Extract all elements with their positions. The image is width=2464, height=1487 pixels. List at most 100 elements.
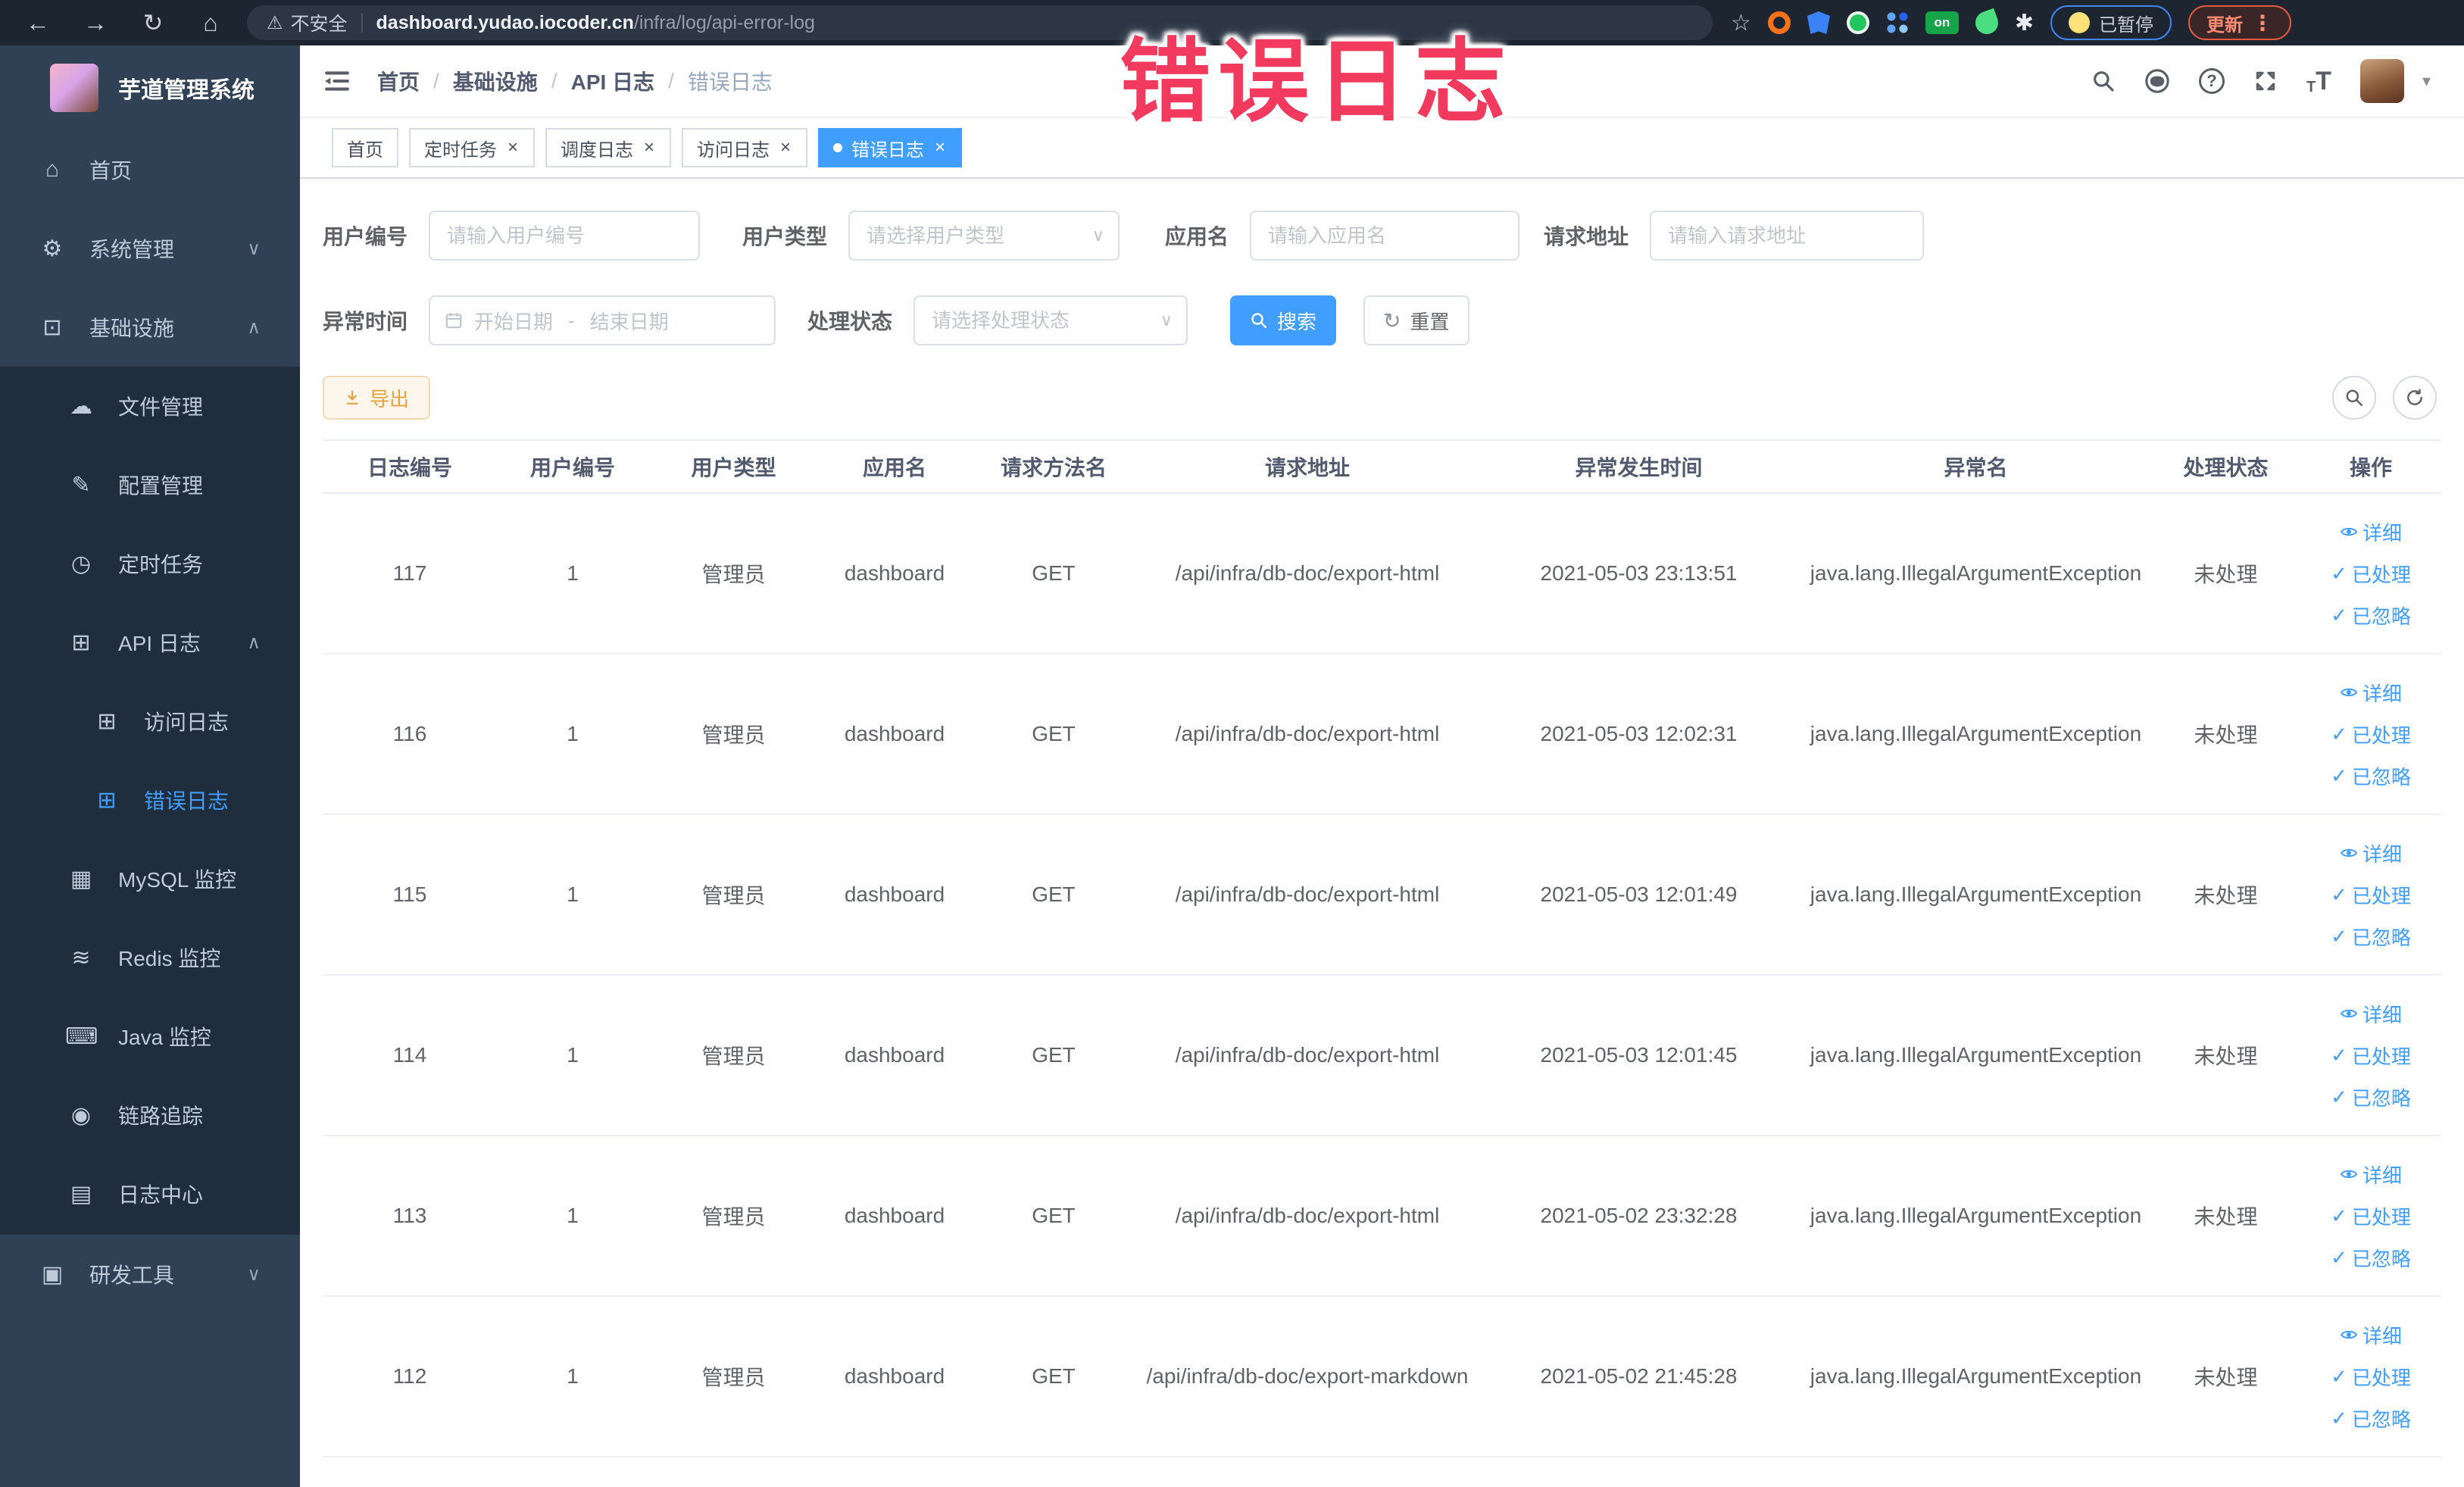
eye-icon (2340, 1165, 2358, 1183)
ignored-link[interactable]: ✓ 已忽略 (2331, 1404, 2411, 1432)
sidebar-item-label: 基础设施 (89, 317, 175, 340)
extension-on-badge[interactable]: on (1925, 11, 1959, 34)
processed-link[interactable]: ✓ 已处理 (2331, 720, 2411, 748)
user-id-input[interactable] (429, 211, 701, 261)
reload-icon[interactable]: ↻ (138, 8, 168, 37)
screen: ← → ↻ ⌂ ⚠ 不安全 dashboard.yudao.iocoder.cn… (0, 0, 2464, 1487)
breadcrumb-item[interactable]: API 日志 (571, 66, 654, 96)
sidebar-item-label: 配置管理 (118, 474, 204, 498)
hide-search-button[interactable] (2332, 376, 2376, 420)
cell-exception: java.lang.IllegalArgumentException (1810, 1204, 2142, 1227)
ignored-link[interactable]: ✓ 已忽略 (2331, 923, 2411, 951)
help-icon[interactable]: ? (2198, 68, 2225, 94)
sidebar-item-mysql-monitor[interactable]: ▦ MySQL 监控 (0, 839, 300, 918)
refresh-table-button[interactable] (2393, 376, 2437, 420)
sidebar-item-redis-monitor[interactable]: ≋ Redis 监控 (0, 918, 300, 997)
cell-method: GET (1032, 1204, 1076, 1227)
paused-label: 已暂停 (2099, 14, 2154, 36)
sidebar-item-java-monitor[interactable]: ⌨ Java 监控 (0, 997, 300, 1076)
not-secure-label: 不安全 (290, 14, 348, 35)
github-icon[interactable] (2144, 68, 2170, 94)
tab-调度日志[interactable]: 调度日志 × (545, 128, 672, 167)
app-name-input[interactable] (1250, 211, 1520, 261)
app-logo[interactable]: 芋道管理系统 (0, 45, 300, 130)
cell-url: /api/infra/db-doc/export-markdown (1146, 1364, 1469, 1388)
sidebar-item-access-log[interactable]: ⊞ 访问日志 (0, 682, 300, 761)
avatar[interactable] (2359, 59, 2404, 103)
process-status-select-input[interactable] (913, 295, 1188, 345)
sidebar-collapse-icon[interactable] (312, 69, 362, 93)
detail-link[interactable]: 详细 (2340, 1000, 2402, 1028)
close-icon[interactable]: × (506, 137, 520, 158)
sidebar-item-infra[interactable]: ⊡ 基础设施 ∧ (0, 288, 300, 367)
check-icon: ✓ (2331, 561, 2347, 585)
font-size-icon[interactable]: TT (2306, 67, 2331, 96)
sidebar-item-file-manage[interactable]: ☁ 文件管理 (0, 367, 300, 445)
edit-icon: ✎ (71, 472, 91, 498)
address-bar[interactable]: ⚠ 不安全 dashboard.yudao.iocoder.cn/infra/l… (247, 5, 1713, 40)
url-host: dashboard.yudao.iocoder.cn (376, 11, 634, 33)
sidebar-item-trace[interactable]: ◉ 链路追踪 (0, 1076, 300, 1154)
processed-link[interactable]: ✓ 已处理 (2331, 1363, 2411, 1391)
browser-update-button[interactable]: 更新 ⋮ (2188, 5, 2292, 40)
processed-link[interactable]: ✓ 已处理 (2331, 881, 2411, 909)
search-icon[interactable] (2091, 69, 2116, 93)
processed-link[interactable]: ✓ 已处理 (2331, 560, 2411, 588)
user-type-select-input[interactable] (848, 211, 1120, 261)
forward-icon[interactable]: → (80, 9, 111, 37)
browser-menu-icon[interactable]: ⋮ (2252, 11, 2273, 36)
breadcrumb-separator: / (433, 69, 439, 92)
processed-link[interactable]: ✓ 已处理 (2331, 1042, 2411, 1070)
export-button[interactable]: 导出 (323, 376, 431, 420)
fullscreen-icon[interactable] (2253, 69, 2278, 93)
extension-grid-icon[interactable] (1885, 11, 1909, 34)
detail-link[interactable]: 详细 (2340, 839, 2402, 867)
date-range-picker[interactable]: 开始日期 - 结束日期 (429, 295, 776, 345)
tab-访问日志[interactable]: 访问日志 × (682, 128, 808, 167)
extension-shield-icon[interactable] (1807, 11, 1830, 34)
extension-orange-icon[interactable] (1767, 11, 1791, 34)
detail-link[interactable]: 详细 (2340, 1321, 2402, 1349)
tab-首页[interactable]: 首页 (332, 128, 398, 167)
detail-link[interactable]: 详细 (2340, 1161, 2402, 1189)
sidebar-item-scheduled-job[interactable]: ◷ 定时任务 (0, 524, 300, 603)
tab-label: 调度日志 (561, 139, 634, 161)
sidebar-item-api-log[interactable]: ⊞ API 日志 ∧ (0, 603, 300, 682)
request-url-input[interactable] (1650, 211, 1925, 261)
breadcrumb-item[interactable]: 首页 (377, 66, 420, 96)
sidebar-item-error-log[interactable]: ⊞ 错误日志 (0, 761, 300, 839)
breadcrumb-item: 错误日志 (687, 70, 773, 94)
detail-link[interactable]: 详细 (2340, 518, 2402, 546)
process-status-select[interactable]: ∨ (913, 295, 1188, 345)
chevron-down-icon[interactable]: ▾ (2422, 71, 2431, 91)
sidebar-item-dev-tools[interactable]: ▣ 研发工具 ∨ (0, 1235, 300, 1314)
bookmark-star-icon[interactable]: ☆ (1731, 10, 1751, 36)
extension-plant-icon[interactable] (1972, 8, 2002, 38)
extension-green-icon[interactable] (1846, 11, 1869, 34)
ignored-link[interactable]: ✓ 已忽略 (2331, 1244, 2411, 1272)
close-icon[interactable]: × (642, 137, 656, 158)
search-button[interactable]: 搜索 (1230, 295, 1337, 345)
ignored-link[interactable]: ✓ 已忽略 (2331, 601, 2411, 629)
sidebar-item-home[interactable]: ⌂ 首页 (0, 130, 300, 209)
reset-button[interactable]: ↻ 重置 (1363, 295, 1469, 345)
breadcrumb-item[interactable]: 基础设施 (453, 66, 538, 96)
ignored-link[interactable]: ✓ 已忽略 (2331, 1083, 2411, 1111)
eye-icon (2340, 1326, 2358, 1344)
paused-badge[interactable]: 已暂停 (2050, 5, 2172, 40)
cell-actions: 详细 ✓ 已处理 ✓ 已忽略 (2300, 1000, 2442, 1111)
tab-定时任务[interactable]: 定时任务 × (409, 128, 536, 167)
home-icon[interactable]: ⌂ (195, 9, 226, 37)
close-icon[interactable]: × (933, 137, 947, 158)
back-icon[interactable]: ← (23, 9, 53, 37)
sidebar-item-system[interactable]: ⚙ 系统管理 ∨ (0, 209, 300, 288)
sidebar-item-log-center[interactable]: ▤ 日志中心 (0, 1154, 300, 1233)
user-type-select[interactable]: ∨ (848, 211, 1120, 261)
tab-错误日志[interactable]: 错误日志 × (818, 128, 963, 167)
extensions-puzzle-icon[interactable]: ✱ (2015, 10, 2034, 36)
close-icon[interactable]: × (779, 137, 792, 158)
sidebar-item-config-manage[interactable]: ✎ 配置管理 (0, 445, 300, 524)
processed-link[interactable]: ✓ 已处理 (2331, 1202, 2411, 1230)
detail-link[interactable]: 详细 (2340, 679, 2402, 707)
ignored-link[interactable]: ✓ 已忽略 (2331, 762, 2411, 790)
